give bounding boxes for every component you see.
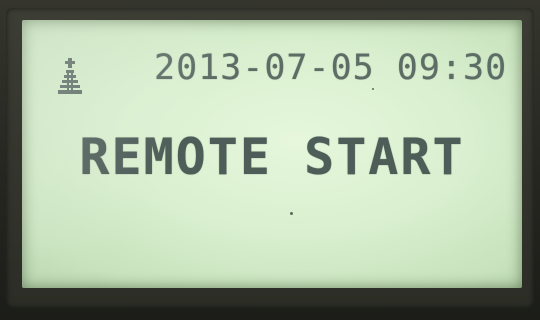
screen-speck [290, 212, 293, 215]
datetime-display: 2013-07-05 09:30 [154, 48, 508, 88]
lcd-screen: 2013-07-05 09:30 REMOTE START [22, 20, 522, 288]
status-message: REMOTE START [79, 128, 465, 186]
status-row: 2013-07-05 09:30 [52, 48, 506, 98]
controller-device: 2013-07-05 09:30 REMOTE START [0, 0, 540, 320]
antenna-icon [58, 58, 82, 94]
screen-speck [372, 88, 374, 90]
